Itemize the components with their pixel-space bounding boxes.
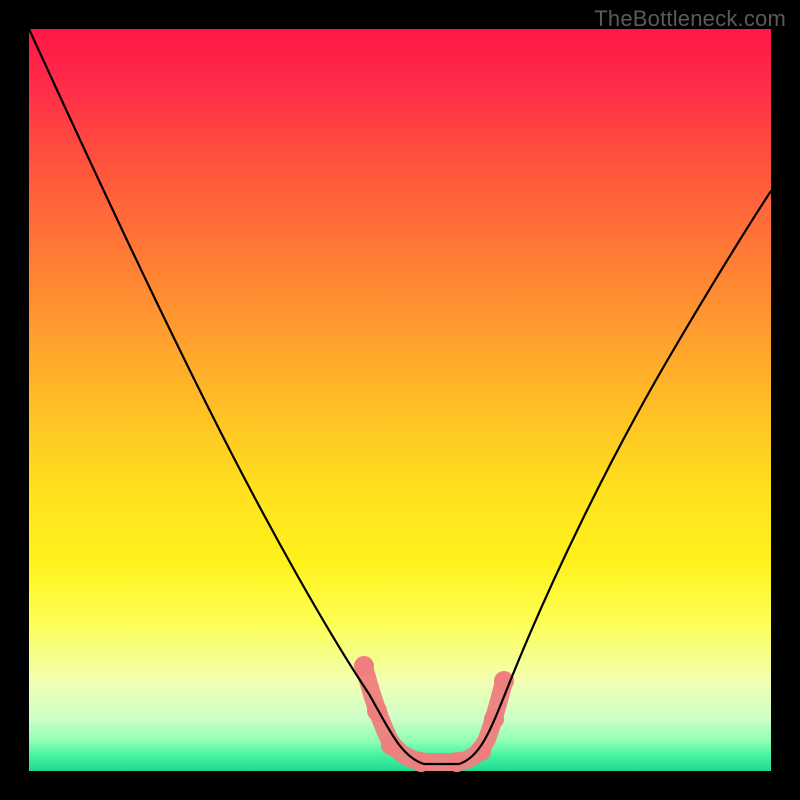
chart-frame: TheBottleneck.com <box>0 0 800 800</box>
watermark-text: TheBottleneck.com <box>594 6 786 32</box>
highlight-dot <box>354 656 374 676</box>
gradient-plot-area <box>29 29 771 771</box>
bottleneck-curve <box>29 29 771 764</box>
curve-svg <box>29 29 771 771</box>
highlight-dot <box>367 701 387 721</box>
